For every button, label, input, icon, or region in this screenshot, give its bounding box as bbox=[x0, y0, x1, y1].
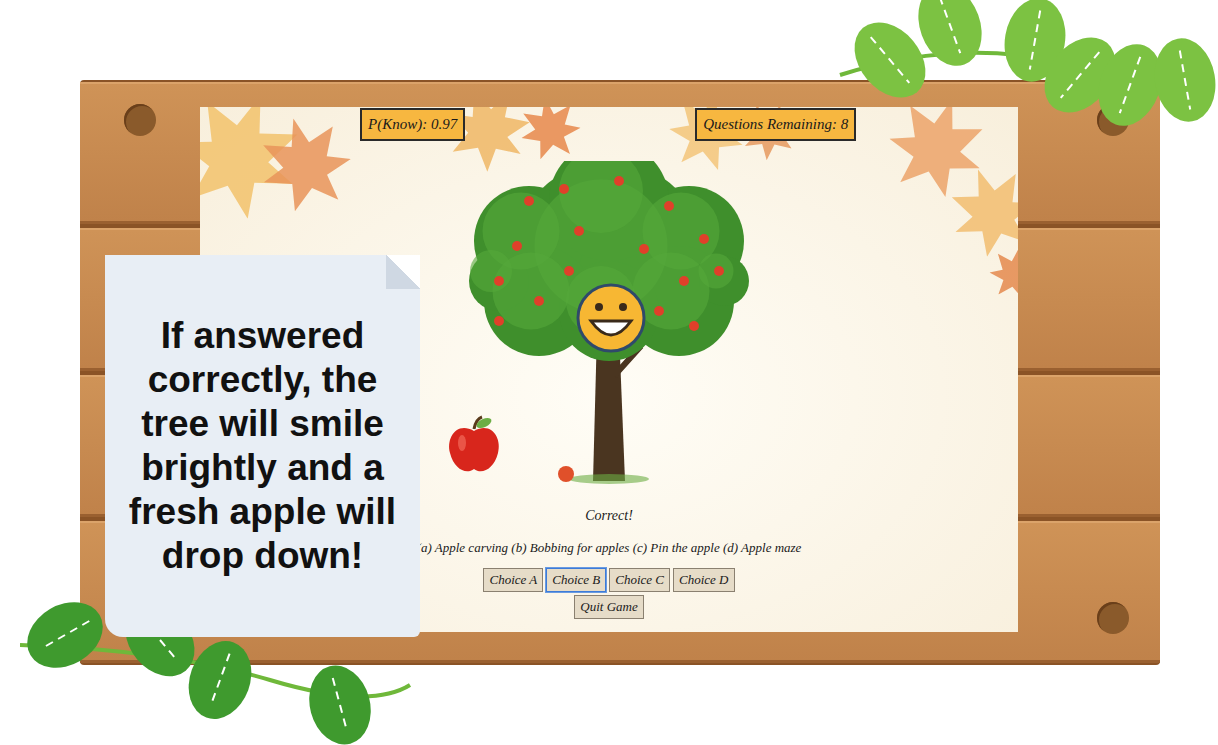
maple-leaf-icon bbox=[515, 107, 585, 162]
smiley-face-icon bbox=[578, 285, 644, 351]
nail-icon bbox=[1097, 602, 1129, 634]
maple-leaf-icon bbox=[986, 243, 1018, 301]
maple-leaf-icon bbox=[938, 155, 1018, 264]
note-text: If answered correctly, the tree will smi… bbox=[113, 314, 412, 578]
hud: P(Know): 0.97 Questions Remaining: 8 bbox=[200, 107, 1018, 141]
falling-apple-icon bbox=[446, 415, 502, 475]
page: P(Know): 0.97 Questions Remaining: 8 Corre… bbox=[0, 0, 1218, 745]
choice-button[interactable]: Choice C bbox=[609, 568, 670, 592]
feedback-text: Correct! bbox=[585, 508, 633, 524]
nail-icon bbox=[124, 104, 156, 136]
maple-leaf-icon bbox=[250, 107, 360, 217]
apple-tree-icon bbox=[469, 161, 749, 486]
choice-button[interactable]: Choice A bbox=[483, 568, 543, 592]
note-card: If answered correctly, the tree will smi… bbox=[105, 255, 420, 637]
p-know-badge: P(Know): 0.97 bbox=[360, 108, 465, 141]
choice-button[interactable]: Choice D bbox=[673, 568, 734, 592]
folded-corner-icon bbox=[386, 255, 420, 289]
question-options: (a) Apple carving (b) Bobbing for apples… bbox=[417, 540, 802, 556]
choice-button[interactable]: Choice B bbox=[546, 568, 606, 592]
choice-row: Choice AChoice BChoice CChoice D bbox=[483, 568, 734, 592]
questions-remaining-badge: Questions Remaining: 8 bbox=[695, 108, 856, 141]
vine-icon bbox=[830, 0, 1218, 150]
quit-button[interactable]: Quit Game bbox=[574, 595, 643, 619]
